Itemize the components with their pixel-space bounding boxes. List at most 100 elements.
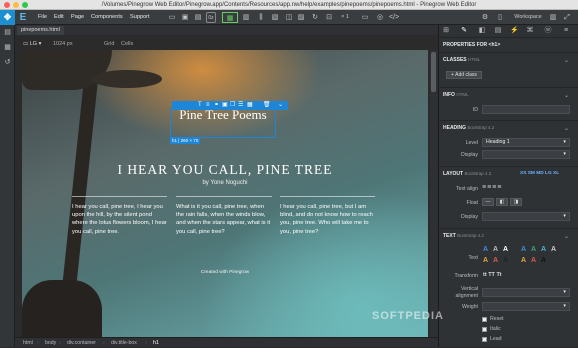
menu-file[interactable]: File	[38, 10, 47, 25]
code-view-icon[interactable]: </>	[389, 12, 399, 23]
window-titlebar: /Volumes/Pinegrow Web Editor/Pinegrow.ap…	[0, 0, 578, 10]
panel-icon[interactable]: ▯	[495, 12, 505, 23]
save-icon[interactable]: ▣	[180, 12, 190, 23]
columns-icon[interactable]: ⫼	[256, 12, 266, 23]
text-warning-swatch[interactable]: A	[483, 257, 488, 264]
poem-column-1[interactable]: I hear you call, pine tree, I hear you u…	[72, 203, 168, 236]
settings-icon[interactable]: ⚙	[480, 12, 490, 23]
text-primary-swatch[interactable]: A	[483, 246, 488, 253]
italic-checkbox[interactable]	[482, 327, 487, 332]
pages-icon[interactable]: ▤	[3, 28, 12, 37]
classes-section[interactable]: CLASSES HTML	[443, 57, 480, 63]
layout-section[interactable]: LAYOUT Bootstrap 4.2	[443, 171, 491, 177]
bg-success-swatch[interactable]: A	[531, 246, 536, 253]
menu-components[interactable]: Components	[91, 10, 123, 25]
menu-edit[interactable]: Edit	[54, 10, 64, 25]
text-dark-swatch[interactable]: A	[503, 257, 508, 264]
code-icon[interactable]: ▤	[193, 12, 203, 23]
poem-column-3[interactable]: I hear you call, pine tree, but I am bli…	[280, 203, 376, 236]
lead-checkbox[interactable]	[482, 337, 487, 342]
poem-byline[interactable]: by Yone Noguchi	[22, 180, 428, 186]
refresh-icon[interactable]: ↻	[310, 12, 320, 23]
poem-column-2[interactable]: What is it you call, pine tree, when the…	[176, 203, 272, 236]
text-white-swatch[interactable]: A	[503, 246, 508, 253]
tree-tab-icon[interactable]: ⊞	[442, 27, 450, 35]
reset-checkbox[interactable]	[482, 317, 487, 322]
tree-branch-image	[92, 70, 162, 88]
device-icon[interactable]: ▭	[360, 12, 370, 23]
chevron-down-icon[interactable]: ⌄	[278, 102, 283, 109]
text-secondary-swatch[interactable]: A	[493, 246, 498, 253]
credit-text[interactable]: Created with Pinegrow	[22, 270, 428, 275]
bg-info-swatch[interactable]: A	[541, 246, 546, 253]
workspace-menu[interactable]: Workspace	[510, 12, 546, 23]
minimize-window-icon[interactable]	[13, 2, 19, 8]
text-section[interactable]: TEXT Bootstrap 4.2	[443, 233, 484, 239]
panel-divider	[438, 120, 578, 121]
grid-toggle[interactable]: Grid	[104, 38, 114, 50]
device-select[interactable]: ▭ LG ▾	[23, 38, 41, 50]
more-tab-icon[interactable]: ≡	[562, 27, 570, 35]
chevron-down-icon[interactable]: ⌄	[564, 125, 569, 132]
float-none-button[interactable]: —	[482, 198, 494, 206]
bg-danger-swatch[interactable]: A	[531, 257, 536, 264]
scrollbar-thumb[interactable]	[431, 52, 436, 92]
wordpress-tab-icon[interactable]: ⓦ	[544, 27, 552, 35]
float-right-button[interactable]: ◨	[510, 198, 522, 206]
history-icon[interactable]: ↺	[3, 58, 12, 67]
bg-light-swatch[interactable]: A	[551, 246, 556, 253]
display2-label: Display	[460, 214, 478, 220]
chevron-down-icon[interactable]: ⌄	[564, 233, 569, 240]
display2-select[interactable]: ▾	[482, 212, 570, 221]
editor-mode-icon[interactable]: E	[16, 10, 30, 25]
properties-tab-icon[interactable]: ✎	[460, 27, 468, 35]
preview-icon[interactable]: ▨	[296, 12, 306, 23]
transform-buttons[interactable]: tt TT Tt	[483, 272, 502, 278]
bg-warning-swatch[interactable]: A	[521, 257, 526, 264]
page-icon[interactable]: ▭	[167, 12, 177, 23]
library-tab-icon[interactable]: ▤	[494, 27, 502, 35]
menu-page[interactable]: Page	[71, 10, 84, 25]
float-left-button[interactable]: ◧	[496, 198, 508, 206]
bg-dark-swatch[interactable]: A	[541, 257, 546, 264]
tab-pinepoems[interactable]: pinepoems.html	[17, 26, 64, 35]
weight-select[interactable]: ▾	[482, 302, 570, 311]
css-tab-icon[interactable]: ◧	[478, 27, 486, 35]
add-class-button[interactable]: + Add class	[446, 71, 482, 79]
design-mode-icon[interactable]: 0z	[206, 12, 216, 23]
actions-tab-icon[interactable]: ⚡	[510, 27, 519, 35]
text-align-buttons[interactable]: ≡≡≡≡	[482, 184, 502, 191]
text-danger-swatch[interactable]: A	[493, 257, 498, 264]
split-icon[interactable]: ◫	[284, 12, 294, 23]
cells-toggle[interactable]: Cells	[121, 38, 133, 50]
poem-heading[interactable]: I HEAR YOU CALL, PINE TREE	[22, 162, 428, 178]
heading-section[interactable]: HEADING Bootstrap 4.2	[443, 125, 494, 131]
assets-tab-icon[interactable]: ⌘	[526, 27, 534, 35]
display-select[interactable]: ▾	[482, 150, 570, 159]
chevron-down-icon[interactable]: ⌄	[564, 57, 569, 64]
divider-2	[176, 196, 272, 197]
id-input[interactable]	[482, 105, 570, 114]
page-canvas[interactable]	[22, 50, 428, 337]
zoom-level[interactable]: × 1	[339, 12, 351, 23]
layout-menu-icon[interactable]: ▥	[548, 12, 558, 23]
page-title-heading[interactable]: Pine Tree Poems	[172, 108, 274, 121]
weight-label: Weight	[461, 304, 478, 310]
level-select[interactable]: Heading 1 ▾	[482, 138, 570, 147]
chevron-down-icon[interactable]: ⌄	[564, 92, 569, 99]
breakpoint-tabs[interactable]: XS SM MD LG XL	[520, 171, 559, 176]
canvas-scrollbar[interactable]	[430, 50, 438, 337]
grid-toggle-icon[interactable]: ▦	[222, 12, 238, 23]
layout-icon[interactable]: ▥	[241, 12, 251, 23]
fullscreen-icon[interactable]: ⤢	[562, 12, 572, 23]
zoom-window-icon[interactable]	[22, 2, 28, 8]
info-section[interactable]: INFO HTML	[443, 92, 469, 98]
library-icon[interactable]: ▦	[3, 43, 12, 52]
menu-support[interactable]: Support	[130, 10, 150, 25]
layers-icon[interactable]: ▧	[270, 12, 280, 23]
bg-primary-swatch[interactable]: A	[521, 246, 526, 253]
hide-icon[interactable]: ◎	[375, 12, 385, 23]
vertical-alignment-select[interactable]: ▾	[482, 288, 570, 297]
zoom-icon[interactable]: ⊡	[324, 12, 334, 23]
close-window-icon[interactable]	[4, 2, 10, 8]
